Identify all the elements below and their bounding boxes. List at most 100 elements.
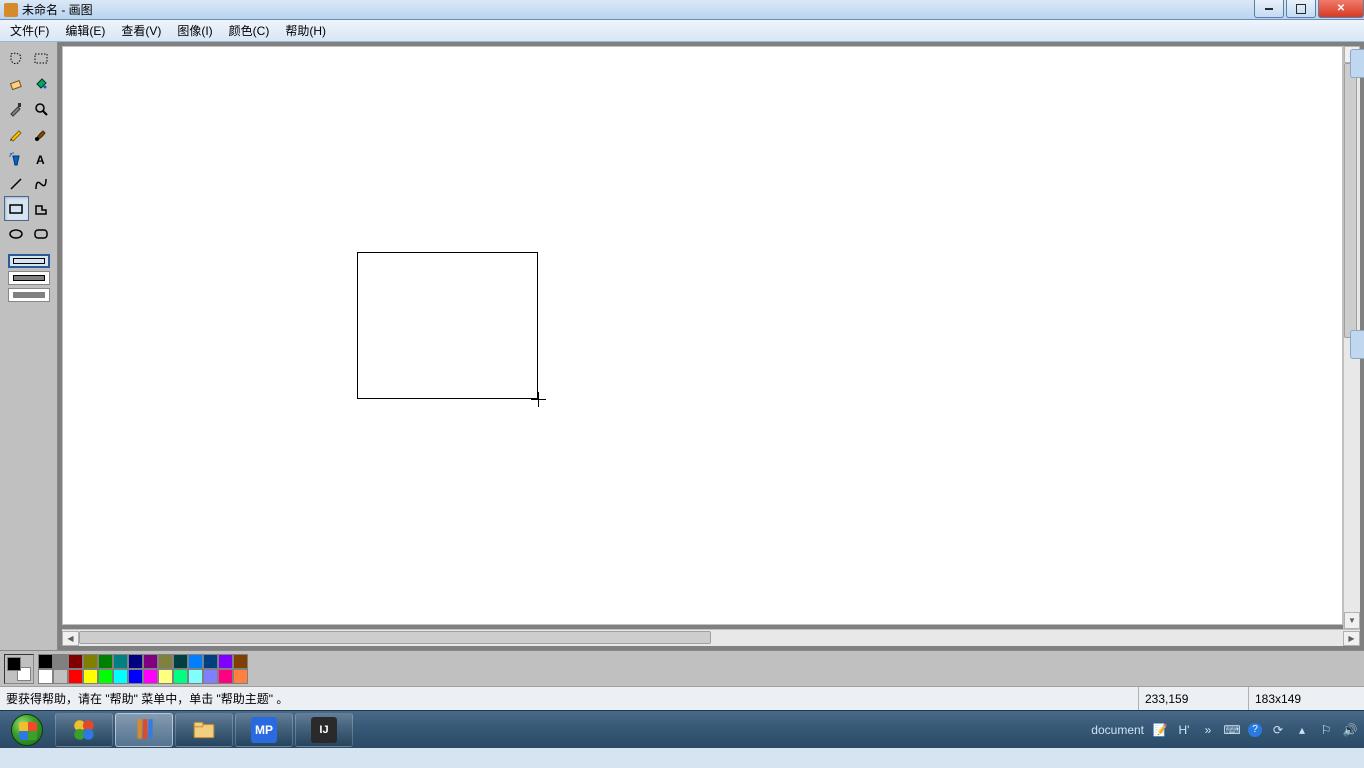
color-swatch[interactable] [158,654,173,669]
taskbar-explorer[interactable] [175,713,233,747]
current-colors[interactable] [4,654,34,684]
color-swatch[interactable] [68,654,83,669]
color-swatch[interactable] [98,654,113,669]
horizontal-scrollbar[interactable]: ◀ ▶ [62,629,1360,646]
color-swatch[interactable] [53,669,68,684]
text-tool[interactable]: A [29,146,54,171]
color-swatch[interactable] [158,669,173,684]
fill-icon [33,76,49,92]
magnifier-tool[interactable] [29,96,54,121]
magnifier-icon [33,101,49,117]
color-swatch[interactable] [188,654,203,669]
rectangle-tool[interactable] [4,196,29,221]
rect-select-icon [33,51,49,67]
color-swatch[interactable] [218,654,233,669]
tray-flag-icon[interactable]: ⚐ [1318,722,1334,738]
picker-tool[interactable] [4,96,29,121]
svg-text:A: A [36,153,45,167]
color-swatch[interactable] [143,669,158,684]
free-select-tool[interactable] [4,46,29,71]
color-swatch[interactable] [233,669,248,684]
color-swatch[interactable] [68,669,83,684]
menu-file[interactable]: 文件(F) [2,19,57,42]
color-swatch[interactable] [83,654,98,669]
tray-ime-icon[interactable]: H' [1176,722,1192,738]
tray-keyboard-icon[interactable]: ⌨ [1224,722,1240,738]
color-swatch[interactable] [173,654,188,669]
main-area: A ▲ ▼ ◀ ▶ [0,42,1364,650]
color-swatch[interactable] [128,669,143,684]
foreground-color[interactable] [7,657,21,671]
rounded-rect-icon [33,226,49,242]
window-title: 未命名 - 画图 [22,1,1252,18]
canvas-container: ▲ ▼ ◀ ▶ [58,42,1364,650]
tray-help-icon[interactable]: ? [1248,723,1262,737]
color-swatch[interactable] [113,654,128,669]
toolbar-overflow-tab-2[interactable] [1350,330,1364,359]
eraser-tool[interactable] [4,71,29,96]
taskbar-mp[interactable]: MP [235,713,293,747]
color-swatch[interactable] [218,669,233,684]
fill-style-outline[interactable] [8,254,50,268]
color-swatch[interactable] [203,669,218,684]
menu-edit[interactable]: 编辑(E) [57,19,113,42]
color-swatch[interactable] [188,669,203,684]
tray-volume-icon[interactable]: 🔊 [1342,722,1358,738]
color-swatch[interactable] [233,654,248,669]
canvas[interactable] [63,47,1342,624]
menu-color[interactable]: 颜色(C) [221,19,278,42]
fill-tool[interactable] [29,71,54,96]
tray-sync-icon[interactable]: ⟳ [1270,722,1286,738]
taskbar: MP IJ document 📝 H' » ⌨ ? ⟳ ▴ ⚐ 🔊 [0,710,1364,748]
pencil-icon [8,126,24,142]
pencil-tool[interactable] [4,121,29,146]
menu-view[interactable]: 查看(V) [113,19,169,42]
color-swatch[interactable] [113,669,128,684]
picker-icon [8,101,24,117]
rect-select-tool[interactable] [29,46,54,71]
status-bar: 要获得帮助，请在 "帮助" 菜单中，单击 "帮助主题" 。 233,159 18… [0,686,1364,710]
taskbar-paint[interactable] [115,713,173,747]
color-swatch[interactable] [53,654,68,669]
scroll-left-icon[interactable]: ◀ [62,631,79,646]
color-swatch[interactable] [128,654,143,669]
start-button[interactable] [0,711,54,749]
color-swatch[interactable] [143,654,158,669]
brush-tool[interactable] [29,121,54,146]
rounded-rect-tool[interactable] [29,221,54,246]
hscroll-thumb[interactable] [79,631,711,644]
fill-style-solid[interactable] [8,288,50,302]
minimize-button[interactable] [1254,0,1284,18]
polygon-tool[interactable] [29,196,54,221]
color-swatch[interactable] [83,669,98,684]
line-icon [8,176,24,192]
airbrush-tool[interactable] [4,146,29,171]
curve-tool[interactable] [29,171,54,196]
scroll-down-icon[interactable]: ▼ [1344,612,1360,629]
toolbar-overflow-tab[interactable] [1350,49,1364,78]
color-palette-row [0,650,1364,686]
tray-note-icon[interactable]: 📝 [1152,722,1168,738]
tray-overflow-icon[interactable]: » [1200,722,1216,738]
scroll-right-icon[interactable]: ▶ [1343,631,1360,646]
taskbar-ij[interactable]: IJ [295,713,353,747]
color-swatch[interactable] [38,669,53,684]
menu-help[interactable]: 帮助(H) [277,19,334,42]
color-swatch[interactable] [203,654,218,669]
ellipse-tool[interactable] [4,221,29,246]
vscroll-thumb[interactable] [1344,63,1357,338]
close-button[interactable] [1318,0,1364,18]
fill-style-outline-fill[interactable] [8,271,50,285]
color-swatch[interactable] [38,654,53,669]
color-swatch[interactable] [98,669,113,684]
color-swatch[interactable] [173,669,188,684]
taskbar-app-1[interactable] [55,713,113,747]
menu-image[interactable]: 图像(I) [169,19,220,42]
line-tool[interactable] [4,171,29,196]
status-help-text: 要获得帮助，请在 "帮助" 菜单中，单击 "帮助主题" 。 [6,690,1138,707]
system-tray: document 📝 H' » ⌨ ? ⟳ ▴ ⚐ 🔊 [1091,722,1364,738]
tray-chevron-icon[interactable]: ▴ [1294,722,1310,738]
curve-icon [33,176,49,192]
airbrush-icon [8,151,24,167]
maximize-button[interactable] [1286,0,1316,18]
